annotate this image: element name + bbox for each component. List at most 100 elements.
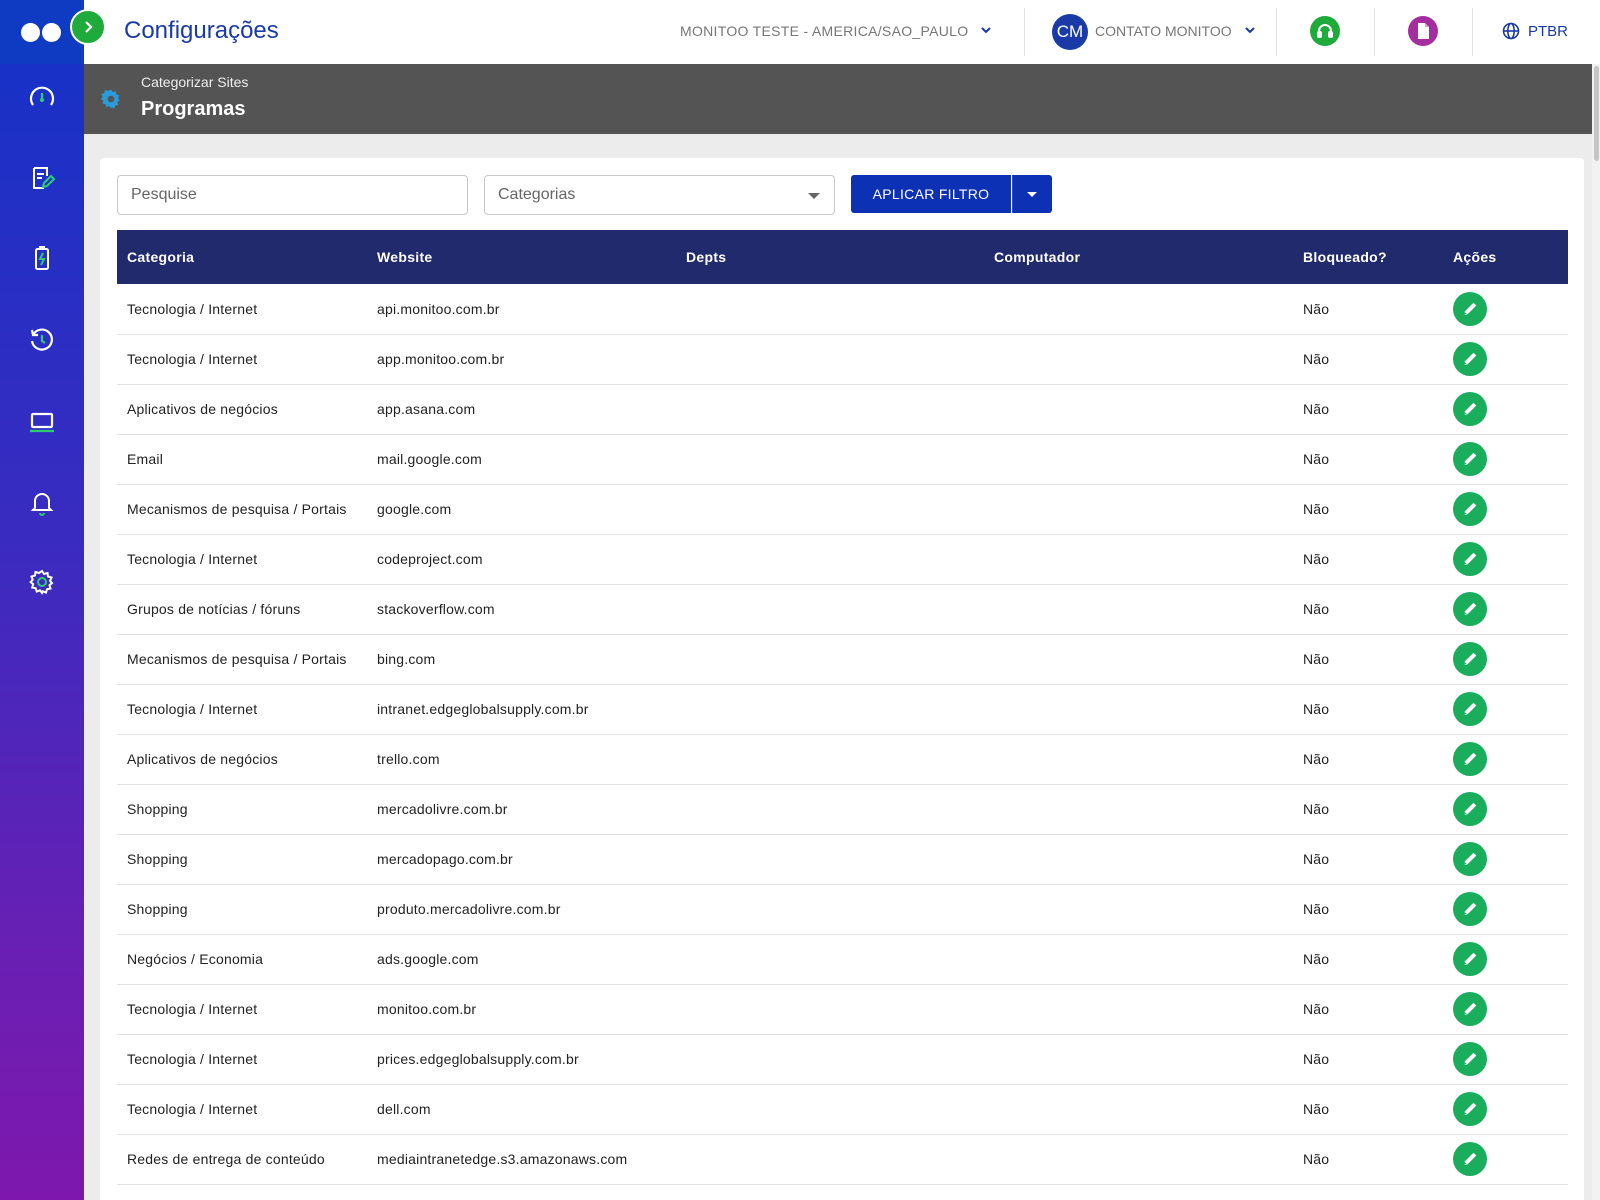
- sidebar-item-battery[interactable]: [22, 238, 62, 278]
- edit-button[interactable]: [1453, 392, 1487, 426]
- apply-filter-button[interactable]: APLICAR FILTRO: [851, 175, 1011, 213]
- laptop-icon: [30, 412, 54, 433]
- column-header-acoes: Ações: [1443, 230, 1568, 284]
- edit-button[interactable]: [1453, 692, 1487, 726]
- sites-table: Categoria Website Depts Computador Bloqu…: [117, 230, 1568, 1185]
- cell-computador: [984, 984, 1293, 1035]
- edit-button[interactable]: [1453, 1142, 1487, 1176]
- tenant-selector[interactable]: MONITOO TESTE - AMERICA/SAO_PAULO: [680, 23, 992, 39]
- table-row: Tecnologia / Internet monitoo.com.br Não: [117, 984, 1568, 1035]
- pencil-edit-icon: [1464, 1152, 1477, 1165]
- cell-website: codeproject.com: [367, 534, 676, 585]
- sidebar-item-computers[interactable]: [22, 402, 62, 442]
- document-button[interactable]: [1408, 16, 1438, 46]
- category-select[interactable]: Categorias: [484, 175, 835, 215]
- cell-bloqueado: Não: [1293, 684, 1443, 735]
- pencil-edit-icon: [1464, 902, 1477, 915]
- cell-categoria: Shopping: [117, 884, 367, 935]
- cell-acoes: [1443, 834, 1568, 885]
- edit-button[interactable]: [1453, 942, 1487, 976]
- cell-acoes: [1443, 584, 1568, 635]
- table-header-row: Categoria Website Depts Computador Bloqu…: [117, 230, 1568, 284]
- cell-computador: [984, 284, 1293, 335]
- cell-bloqueado: Não: [1293, 1134, 1443, 1185]
- cell-bloqueado: Não: [1293, 334, 1443, 385]
- gear-icon: [101, 89, 120, 109]
- language-selector[interactable]: PTBR: [1502, 22, 1568, 40]
- edit-button[interactable]: [1453, 592, 1487, 626]
- cell-bloqueado: Não: [1293, 784, 1443, 835]
- edit-button[interactable]: [1453, 542, 1487, 576]
- cell-computador: [984, 934, 1293, 985]
- edit-button[interactable]: [1453, 1042, 1487, 1076]
- user-menu[interactable]: CONTATO MONITOO: [1095, 23, 1256, 39]
- document-icon: [1418, 23, 1429, 39]
- column-header-website[interactable]: Website: [367, 230, 676, 284]
- cell-acoes: [1443, 634, 1568, 685]
- sidebar-item-dashboard[interactable]: [22, 78, 62, 118]
- column-header-depts[interactable]: Depts: [676, 230, 984, 284]
- edit-button[interactable]: [1453, 342, 1487, 376]
- table-row: Negócios / Economia ads.google.com Não: [117, 934, 1568, 985]
- column-header-computador[interactable]: Computador: [984, 230, 1293, 284]
- cell-acoes: [1443, 934, 1568, 985]
- edit-button[interactable]: [1453, 1092, 1487, 1126]
- scrollbar-thumb[interactable]: [1594, 66, 1599, 161]
- section-title: Programas: [141, 98, 246, 120]
- sidebar-toggle-button[interactable]: [70, 9, 106, 45]
- edit-button[interactable]: [1453, 792, 1487, 826]
- cell-computador: [984, 1134, 1293, 1185]
- apply-filter-dropdown-button[interactable]: [1012, 175, 1052, 213]
- edit-button[interactable]: [1453, 642, 1487, 676]
- table-row: Tecnologia / Internet api.monitoo.com.br N…: [117, 284, 1568, 335]
- sidebar-item-reports[interactable]: [22, 158, 62, 198]
- cell-computador: [984, 634, 1293, 685]
- cell-computador: [984, 784, 1293, 835]
- gear-icon: [29, 569, 54, 596]
- sidebar-item-settings[interactable]: [22, 562, 62, 602]
- cell-categoria: Mecanismos de pesquisa / Portais: [117, 484, 367, 535]
- pencil-edit-icon: [1464, 802, 1477, 815]
- pencil-edit-icon: [1464, 302, 1477, 315]
- avatar[interactable]: CM: [1052, 14, 1088, 50]
- divider: [1472, 8, 1473, 56]
- cell-bloqueado: Não: [1293, 584, 1443, 635]
- search-input[interactable]: [117, 175, 468, 215]
- edit-button[interactable]: [1453, 742, 1487, 776]
- sidebar-item-alerts[interactable]: [22, 482, 62, 522]
- pencil-edit-icon: [1464, 952, 1477, 965]
- sidebar-item-history[interactable]: [22, 320, 62, 360]
- cell-depts: [676, 384, 984, 435]
- logo-dot-icon: [42, 23, 61, 42]
- top-bar: Configurações MONITOO TESTE - AMERICA/SA…: [84, 0, 1600, 64]
- cell-computador: [984, 534, 1293, 585]
- edit-button[interactable]: [1453, 492, 1487, 526]
- edit-button[interactable]: [1453, 892, 1487, 926]
- edit-button[interactable]: [1453, 842, 1487, 876]
- edit-button[interactable]: [1453, 442, 1487, 476]
- column-header-bloqueado[interactable]: Bloqueado?: [1293, 230, 1443, 284]
- cell-categoria: Shopping: [117, 834, 367, 885]
- cell-depts: [676, 684, 984, 735]
- cell-depts: [676, 534, 984, 585]
- breadcrumb[interactable]: Categorizar Sites: [141, 74, 248, 90]
- column-header-categoria[interactable]: Categoria: [117, 230, 367, 284]
- pencil-edit-icon: [1464, 1002, 1477, 1015]
- edit-button[interactable]: [1453, 291, 1487, 326]
- cell-bloqueado: Não: [1293, 1084, 1443, 1135]
- cell-website: produto.mercadolivre.com.br: [367, 884, 676, 935]
- pencil-edit-icon: [1464, 702, 1477, 715]
- cell-computador: [984, 384, 1293, 435]
- cell-bloqueado: Não: [1293, 934, 1443, 985]
- scrollbar[interactable]: [1592, 64, 1600, 1200]
- table-row: Redes de entrega de conteúdo mediaintrane…: [117, 1134, 1568, 1185]
- pencil-edit-icon: [1464, 752, 1477, 765]
- cell-depts: [676, 984, 984, 1035]
- edit-button[interactable]: [1453, 992, 1487, 1026]
- support-button[interactable]: [1310, 16, 1340, 46]
- history-icon: [30, 328, 53, 351]
- divider: [1276, 8, 1277, 56]
- cell-depts: [676, 584, 984, 635]
- cell-categoria: Tecnologia / Internet: [117, 984, 367, 1035]
- sidebar: [0, 0, 84, 1200]
